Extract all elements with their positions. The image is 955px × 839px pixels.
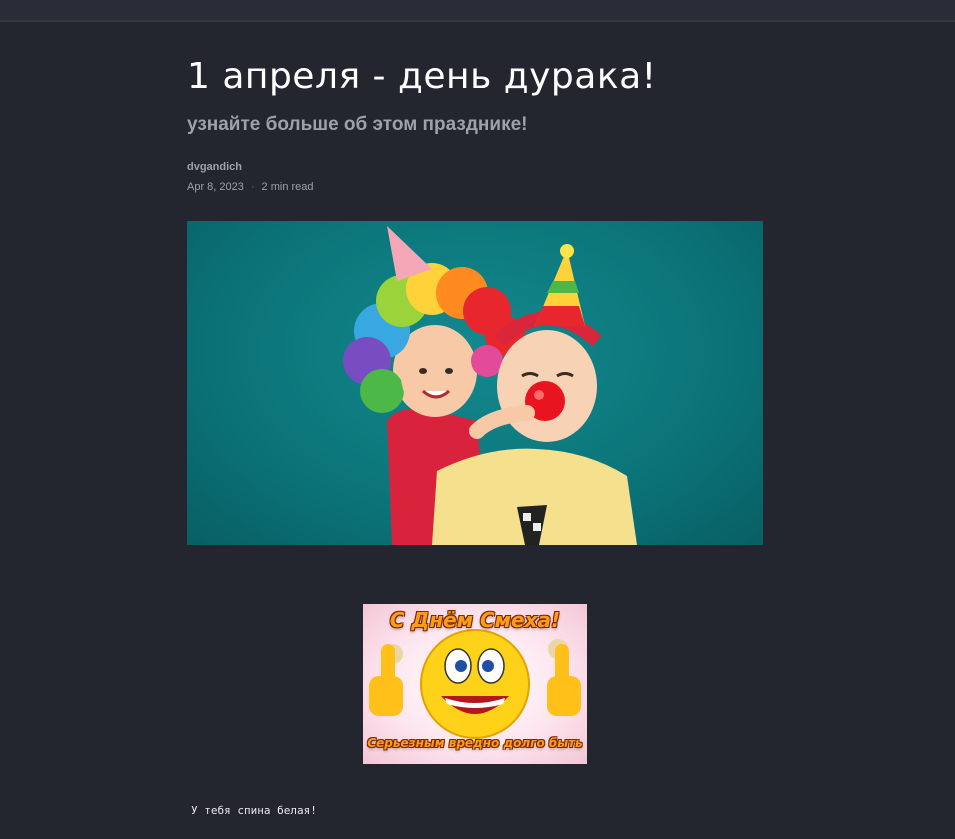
card-title: С Днём Смеха!	[389, 608, 561, 632]
hero-illustration	[343, 226, 637, 545]
card-caption: Серьезным вредно долго быть	[367, 736, 583, 750]
article-subtitle: узнайте больше об этом празднике!	[187, 114, 528, 135]
author-name-link[interactable]: dvgandich	[187, 161, 242, 173]
meta-separator: ·	[250, 181, 255, 193]
top-navigation-bar	[0, 0, 955, 22]
greeting-card-image: С Днём Смеха! Серьезным вредно долго быт…	[363, 604, 587, 764]
article-meta: Apr 8, 2023 · 2 min read	[187, 181, 314, 193]
article-body-paragraph: У тебя спина белая!	[191, 804, 317, 817]
hero-image-clown-kids	[187, 221, 763, 545]
read-time: 2 min read	[261, 181, 314, 193]
article-title: 1 апреля - день дурака!	[187, 56, 657, 97]
publish-date: Apr 8, 2023	[187, 181, 244, 193]
